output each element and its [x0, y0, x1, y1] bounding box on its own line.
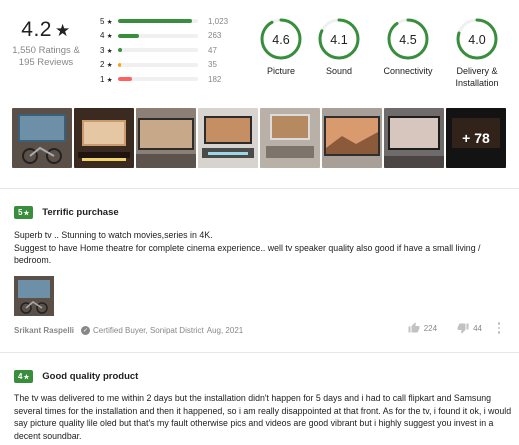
divider [0, 188, 519, 189]
customer-photos: + 78 [12, 108, 519, 168]
aspect-sound[interactable]: 4.1 Sound [304, 17, 374, 77]
review-rating-badge: 5 ★ [14, 206, 34, 219]
rating-row: 2 ★ 35 [100, 58, 240, 73]
rating-bar-track [118, 62, 198, 67]
customer-photo[interactable] [322, 108, 382, 168]
like-count: 224 [423, 323, 438, 333]
review-card: 5 ★ Terrific purchase Superb tv .. Stunni… [14, 206, 514, 337]
aspect-label: Sound [325, 66, 353, 76]
rating-bar-track [118, 48, 198, 53]
star-level: 3 [100, 45, 105, 55]
more-options-icon[interactable] [494, 322, 504, 334]
review-body-line: Superb tv .. Stunning to watch movies,se… [14, 230, 213, 240]
review-rating-badge: 4 ★ [14, 370, 34, 383]
star-icon: ★ [23, 373, 30, 381]
star-icon: ★ [106, 47, 113, 55]
rating-row: 3 ★ 47 [100, 43, 240, 58]
overall-rating: 4.2 ★ 1,550 Ratings & 195 Reviews [0, 18, 92, 69]
customer-photo[interactable] [384, 108, 444, 168]
certified-buyer-location: Certified Buyer, Sonipat District [93, 326, 204, 335]
aspect-ratings: 4.6 Picture 4.1 Sound 4.5 Connectivity 4… [246, 17, 516, 97]
star-icon: ★ [106, 18, 113, 26]
customer-photo[interactable] [74, 108, 134, 168]
thumbs-up-icon[interactable] [408, 322, 420, 334]
customer-photo[interactable] [260, 108, 320, 168]
review-body: Superb tv .. Stunning to watch movies,se… [14, 229, 514, 267]
aspect-delivery-installation[interactable]: 4.0 Delivery & Installation [442, 17, 512, 89]
star-icon: ★ [106, 76, 113, 84]
star-level: 4 [100, 31, 105, 41]
rating-row: 4 ★ 263 [100, 29, 240, 44]
aspect-score: 4.0 [468, 33, 486, 47]
rating-count: 263 [208, 31, 222, 41]
review-date: Aug, 2021 [206, 326, 244, 335]
rating-bar-track [118, 33, 198, 38]
reviewer-name: Srikant Raspelli [14, 326, 75, 335]
rating-bar-fill [118, 77, 133, 82]
verified-check-icon: ✓ [81, 326, 91, 335]
aspect-connectivity[interactable]: 4.5 Connectivity [373, 17, 443, 77]
aspect-label: Delivery & [456, 66, 498, 76]
rating-bar-track [118, 77, 198, 82]
rating-bar-fill [118, 62, 122, 67]
review-card: 4 ★ Good quality product The tv was deliv… [14, 370, 514, 442]
rating-count: 1,023 [208, 16, 229, 26]
more-photos-count: + 78 [446, 108, 506, 168]
aspect-label-line2: Installation [455, 78, 499, 88]
customer-photo[interactable] [136, 108, 196, 168]
star-level: 1 [100, 74, 105, 84]
review-body: The tv was delivered to me within 2 days… [14, 393, 512, 441]
rating-bar-track [118, 19, 198, 24]
average-rating: 4.2 [21, 18, 52, 41]
review-photo[interactable] [14, 275, 54, 316]
rating-count: 47 [208, 45, 217, 55]
aspect-label: Connectivity [383, 66, 433, 76]
star-level: 5 [100, 16, 105, 26]
review-votes: 224 44 [408, 322, 504, 334]
rating-row: 5 ★ 1,023 [100, 14, 240, 29]
customer-photo[interactable] [12, 108, 72, 168]
star-icon: ★ [54, 21, 71, 40]
aspect-score: 4.1 [330, 33, 348, 47]
aspect-score: 4.5 [399, 33, 417, 47]
review-title: Good quality product [42, 371, 139, 382]
rating-row: 1 ★ 182 [100, 72, 240, 87]
rating-bar-fill [118, 33, 139, 38]
reviews-count: 195 Reviews [18, 57, 74, 68]
star-level: 2 [100, 60, 105, 70]
star-icon: ★ [23, 209, 30, 217]
thumbs-down-icon[interactable] [457, 322, 469, 334]
rating-bar-fill [118, 48, 122, 53]
rating-count: 182 [208, 74, 222, 84]
rating-bar-fill [118, 19, 192, 24]
customer-photo[interactable] [198, 108, 258, 168]
review-body-line: Suggest to have Home theatre for complet… [14, 242, 481, 266]
star-icon: ★ [106, 33, 113, 41]
rating-count: 35 [208, 60, 217, 70]
rating-distribution: 5 ★ 1,023 4 ★ 263 3 ★ 47 2 ★ 35 1 ★ 182 [100, 14, 240, 87]
more-photos-tile[interactable]: + 78 [446, 108, 506, 168]
star-icon: ★ [106, 62, 113, 70]
dislike-count: 44 [473, 323, 482, 333]
review-title: Terrific purchase [42, 207, 119, 218]
ratings-count: 1,550 Ratings & [12, 45, 80, 56]
divider [0, 352, 519, 353]
